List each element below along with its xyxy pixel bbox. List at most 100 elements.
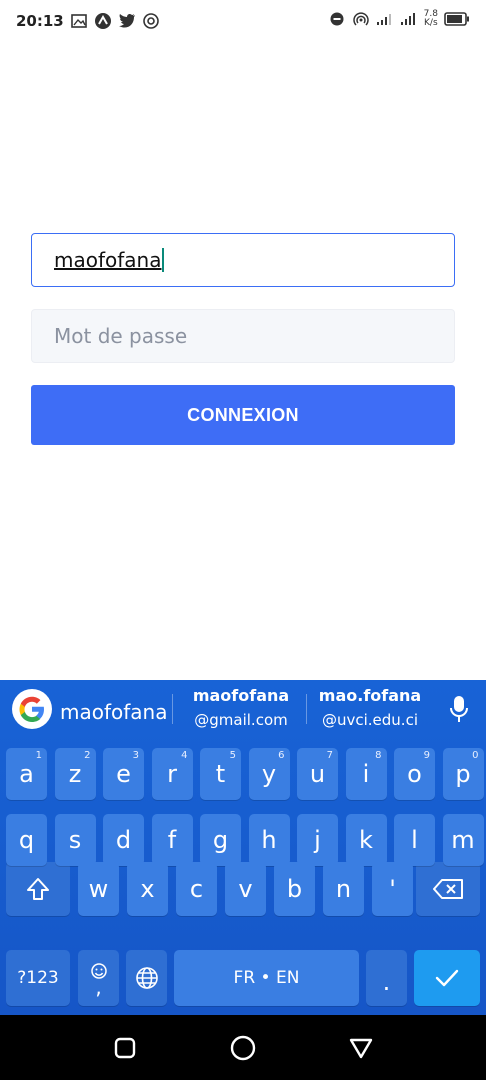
key-hint-number: 6 xyxy=(278,750,285,761)
home-icon[interactable] xyxy=(228,1033,258,1063)
key-j[interactable]: j xyxy=(297,814,338,866)
key-c[interactable]: c xyxy=(176,862,217,916)
key-label: k xyxy=(359,826,373,854)
key-label: n xyxy=(335,875,352,903)
key-label: r xyxy=(167,760,177,788)
key-label: v xyxy=(238,875,253,903)
twitter-icon xyxy=(118,12,136,30)
key-l[interactable]: l xyxy=(394,814,435,866)
key-hint-number: 1 xyxy=(35,750,42,761)
key-label: o xyxy=(407,760,422,788)
key-w[interactable]: w xyxy=(78,862,119,916)
key-label: z xyxy=(68,760,82,788)
key-x[interactable]: x xyxy=(127,862,168,916)
net-speed: 7.8 K/s xyxy=(423,9,438,28)
key-q[interactable]: q xyxy=(6,814,47,866)
key-z[interactable]: z2 xyxy=(54,748,96,800)
key-f[interactable]: f xyxy=(151,814,193,866)
key-y[interactable]: y6 xyxy=(248,748,290,800)
key-hint-number: 7 xyxy=(326,750,333,761)
checkmark-icon xyxy=(435,969,459,987)
key-i[interactable]: i8 xyxy=(345,748,387,800)
clock: 20:13 xyxy=(16,12,64,30)
key-label: c xyxy=(189,875,204,903)
key-h[interactable]: h xyxy=(248,814,290,866)
key-d[interactable]: d xyxy=(103,814,144,866)
password-input[interactable]: Mot de passe xyxy=(31,309,455,363)
key-label: s xyxy=(68,826,82,854)
key-label: i xyxy=(362,760,370,788)
app-icon xyxy=(94,12,112,30)
key-label: q xyxy=(18,826,35,854)
key-label: l xyxy=(411,826,418,854)
language-key[interactable] xyxy=(126,950,167,1006)
divider xyxy=(172,694,173,724)
shift-key[interactable] xyxy=(6,862,70,916)
key-e[interactable]: e3 xyxy=(103,748,144,800)
key-o[interactable]: o9 xyxy=(394,748,435,800)
cast-icon xyxy=(142,12,160,30)
mic-icon[interactable] xyxy=(446,694,472,724)
battery-icon xyxy=(444,10,470,28)
key-b[interactable]: b xyxy=(274,862,315,916)
login-button[interactable]: CONNEXION xyxy=(31,385,455,445)
key-hint-number: 3 xyxy=(132,750,139,761)
signal-icon xyxy=(376,10,394,28)
suggestion-1[interactable]: maofofana xyxy=(60,700,167,724)
key-g[interactable]: g xyxy=(200,814,241,866)
username-value: maofofana xyxy=(54,248,162,272)
key-hint-number: 4 xyxy=(181,750,188,761)
key-m[interactable]: m xyxy=(442,814,484,866)
username-input[interactable]: maofofana xyxy=(31,233,455,287)
backspace-key[interactable] xyxy=(416,862,480,916)
key-hint-number: 2 xyxy=(84,750,91,761)
key-hint-number: 5 xyxy=(229,750,236,761)
keyboard: maofofana maofofana @gmail.com mao.fofan… xyxy=(0,680,486,1015)
google-icon[interactable] xyxy=(12,689,52,729)
hotspot-icon xyxy=(352,10,370,28)
space-key[interactable]: FR • EN xyxy=(174,950,359,1006)
key-hint-number: 0 xyxy=(472,750,479,761)
text-caret xyxy=(162,248,165,272)
key-label: e xyxy=(116,760,131,788)
key-hint-number: 9 xyxy=(423,750,430,761)
signal2-icon xyxy=(400,10,418,28)
login-form: maofofana Mot de passe CONNEXION xyxy=(31,233,455,445)
globe-icon xyxy=(135,967,158,989)
recents-icon[interactable] xyxy=(110,1033,140,1063)
key-s[interactable]: s xyxy=(54,814,96,866)
emoji-comma-key[interactable]: , xyxy=(78,950,119,1006)
key-label: w xyxy=(88,875,109,903)
key-p[interactable]: p0 xyxy=(442,748,484,800)
period-key[interactable]: . xyxy=(366,950,407,1006)
key-a[interactable]: a1 xyxy=(6,748,47,800)
image-icon xyxy=(70,12,88,30)
enter-key[interactable] xyxy=(414,950,480,1006)
key-apostrophe[interactable]: ' xyxy=(372,862,413,916)
key-u[interactable]: u7 xyxy=(297,748,338,800)
shift-icon xyxy=(27,878,49,900)
key-n[interactable]: n xyxy=(323,862,364,916)
key-label: u xyxy=(309,760,326,788)
back-icon[interactable] xyxy=(346,1033,376,1063)
suggestion-bar: maofofana maofofana @gmail.com mao.fofan… xyxy=(0,680,486,738)
key-label: t xyxy=(215,760,226,788)
key-label: m xyxy=(451,826,475,854)
key-label: g xyxy=(212,826,229,854)
suggestion-2[interactable]: maofofana @gmail.com xyxy=(185,684,297,732)
dnd-icon xyxy=(328,10,346,28)
key-r[interactable]: r4 xyxy=(151,748,193,800)
password-placeholder: Mot de passe xyxy=(54,324,188,348)
key-label: ' xyxy=(389,875,396,903)
key-label: a xyxy=(19,760,34,788)
key-t[interactable]: t5 xyxy=(200,748,241,800)
key-k[interactable]: k xyxy=(345,814,387,866)
key-label: x xyxy=(140,875,155,903)
symbols-key[interactable]: ?123 xyxy=(6,950,70,1006)
key-label: b xyxy=(286,875,303,903)
key-v[interactable]: v xyxy=(225,862,266,916)
key-label: p xyxy=(455,760,471,788)
suggestion-3[interactable]: mao.fofana @uvci.edu.ci xyxy=(310,684,430,732)
backspace-icon xyxy=(433,879,463,899)
navigation-bar xyxy=(0,1015,486,1080)
